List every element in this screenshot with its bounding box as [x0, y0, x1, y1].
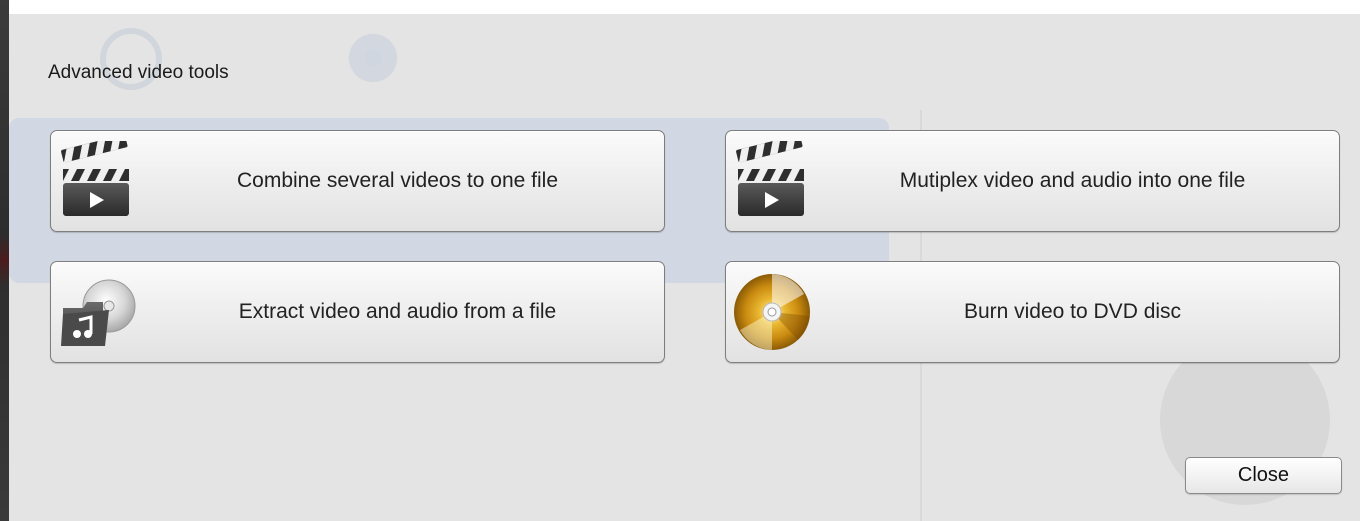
combine-videos-label: Combine several videos to one file [236, 169, 558, 192]
music-folder-disc-icon [57, 272, 137, 352]
clapperboard-icon [57, 134, 137, 221]
background-tools-icon [345, 30, 401, 86]
combine-videos-button[interactable]: Combine several videos to one file [50, 130, 665, 232]
extract-video-audio-button[interactable]: Extract video and audio from a file [50, 261, 665, 363]
window-top-strip [9, 0, 1360, 14]
advanced-video-tools-window: Advanced video tools Combine several vid… [0, 0, 1360, 521]
window-left-edge [0, 0, 9, 521]
burn-dvd-label: Burn video to DVD disc [963, 300, 1182, 323]
multiplex-video-audio-button[interactable]: Mutiplex video and audio into one file [725, 130, 1340, 232]
extract-video-audio-label: Extract video and audio from a file [238, 300, 557, 323]
burn-dvd-button[interactable]: Burn video to DVD disc [725, 261, 1340, 363]
sheet-title: Advanced video tools [48, 62, 229, 83]
clapperboard-icon [732, 134, 812, 221]
close-button[interactable]: Close [1185, 457, 1342, 494]
dvd-disc-icon [732, 272, 812, 352]
multiplex-video-audio-label: Mutiplex video and audio into one file [899, 169, 1246, 192]
